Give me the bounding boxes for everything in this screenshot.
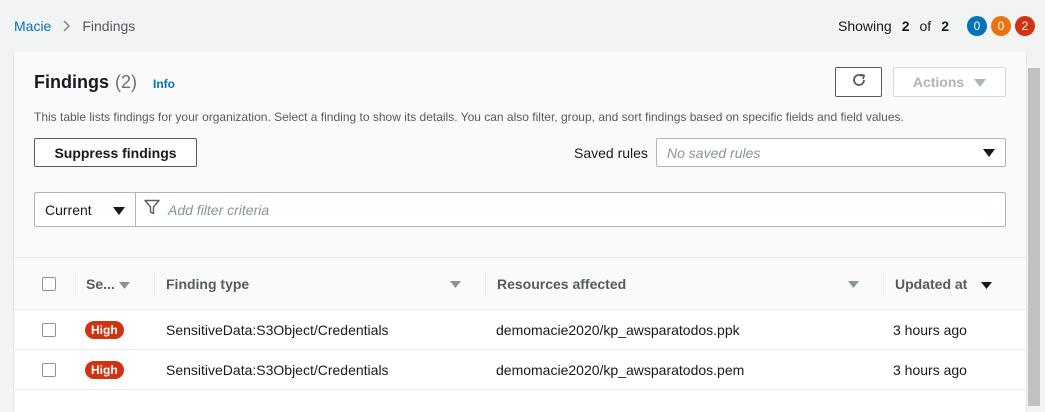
column-severity[interactable]: Se... (86, 258, 130, 310)
findings-description: This table lists findings for your organ… (34, 110, 904, 124)
info-link[interactable]: Info (153, 77, 175, 91)
column-finding-type[interactable]: Finding type (166, 258, 249, 310)
saved-rules-label: Saved rules (574, 145, 648, 161)
saved-rules-select[interactable]: No saved rules (656, 138, 1006, 167)
finding-type-cell[interactable]: SensitiveData:S3Object/Credentials (166, 310, 389, 350)
column-divider (883, 272, 884, 296)
low-count-badge: 0 (967, 16, 987, 36)
severity-count-badges: 0 0 2 (967, 16, 1035, 36)
table-header: Se... Finding type Resources affected Up… (14, 258, 1026, 310)
column-updated-label: Updated at (895, 276, 968, 292)
column-severity-label: Se... (86, 276, 115, 292)
caret-down-icon (983, 144, 995, 162)
column-updated-at[interactable]: Updated at (895, 258, 993, 310)
sort-descending-icon (981, 276, 993, 292)
refresh-button[interactable] (835, 67, 882, 97)
showing-counter: Showing 2 of 2 0 0 2 (838, 16, 1035, 36)
suppress-findings-button[interactable]: Suppress findings (34, 138, 197, 167)
select-all-checkbox[interactable] (42, 277, 56, 291)
resource-cell: demomacie2020/kp_awsparatodos.pem (496, 362, 745, 378)
filter-bar: Current Add filter criteria (34, 192, 1006, 227)
title-text: Findings (34, 72, 109, 92)
sort-caret-icon[interactable] (450, 258, 461, 310)
resource-cell: demomacie2020/kp_awsparatodos.ppk (496, 322, 740, 338)
high-count-badge: 2 (1015, 16, 1035, 36)
table-row[interactable]: High SensitiveData:S3Object/Credentials … (14, 350, 1026, 390)
breadcrumb-macie-link[interactable]: Macie (14, 18, 51, 34)
breadcrumb-current: Findings (82, 18, 136, 34)
filter-icon (144, 199, 160, 220)
actions-button[interactable]: Actions (893, 67, 1006, 97)
column-finding-type-label: Finding type (166, 276, 250, 292)
severity-cell: High (85, 350, 124, 390)
chevron-right-icon (63, 20, 71, 32)
showing-shown: 2 (901, 18, 910, 34)
caret-down-icon (974, 74, 987, 90)
filter-placeholder: Add filter criteria (168, 201, 270, 218)
top-bar: Macie Findings Showing 2 of 2 0 0 2 (0, 0, 1045, 52)
row-checkbox[interactable] (42, 323, 56, 337)
caret-down-icon (113, 202, 125, 218)
row-checkbox-cell (42, 350, 56, 390)
actions-label: Actions (912, 74, 965, 90)
showing-of: of (919, 18, 932, 34)
refresh-icon (851, 72, 867, 93)
row-checkbox[interactable] (42, 363, 56, 377)
sort-caret-icon[interactable] (848, 258, 859, 310)
row-checkbox-cell (42, 310, 56, 350)
finding-type-cell[interactable]: SensitiveData:S3Object/Credentials (166, 350, 389, 390)
column-resources-label: Resources affected (497, 276, 627, 292)
severity-badge: High (85, 321, 124, 339)
showing-total: 2 (941, 18, 949, 34)
filter-criteria-input[interactable]: Add filter criteria (136, 193, 1005, 226)
updated-cell: 3 hours ago (893, 322, 967, 338)
page-title: Findings (2) Info (34, 72, 175, 93)
updated-cell: 3 hours ago (893, 362, 967, 378)
table-row[interactable]: High SensitiveData:S3Object/Credentials … (14, 310, 1026, 350)
findings-count: (2) (115, 72, 137, 92)
findings-panel: Findings (2) Info Actions This table lis… (14, 52, 1026, 412)
column-resources-affected[interactable]: Resources affected (497, 258, 626, 310)
column-divider (154, 272, 155, 296)
severity-badge: High (85, 361, 124, 379)
filter-scope-value: Current (45, 201, 92, 218)
showing-label: Showing (838, 18, 892, 34)
filter-scope-select[interactable]: Current (35, 193, 136, 226)
column-divider (485, 272, 486, 296)
scrollbar[interactable] (1028, 68, 1040, 406)
select-all-checkbox-cell (42, 258, 56, 310)
column-divider (75, 272, 76, 296)
breadcrumb: Macie Findings (14, 18, 135, 34)
severity-cell: High (85, 310, 124, 350)
saved-rules-placeholder: No saved rules (667, 144, 761, 161)
findings-panel-header: Findings (2) Info Actions This table lis… (14, 52, 1026, 258)
medium-count-badge: 0 (991, 16, 1011, 36)
sort-caret-icon (118, 276, 130, 292)
